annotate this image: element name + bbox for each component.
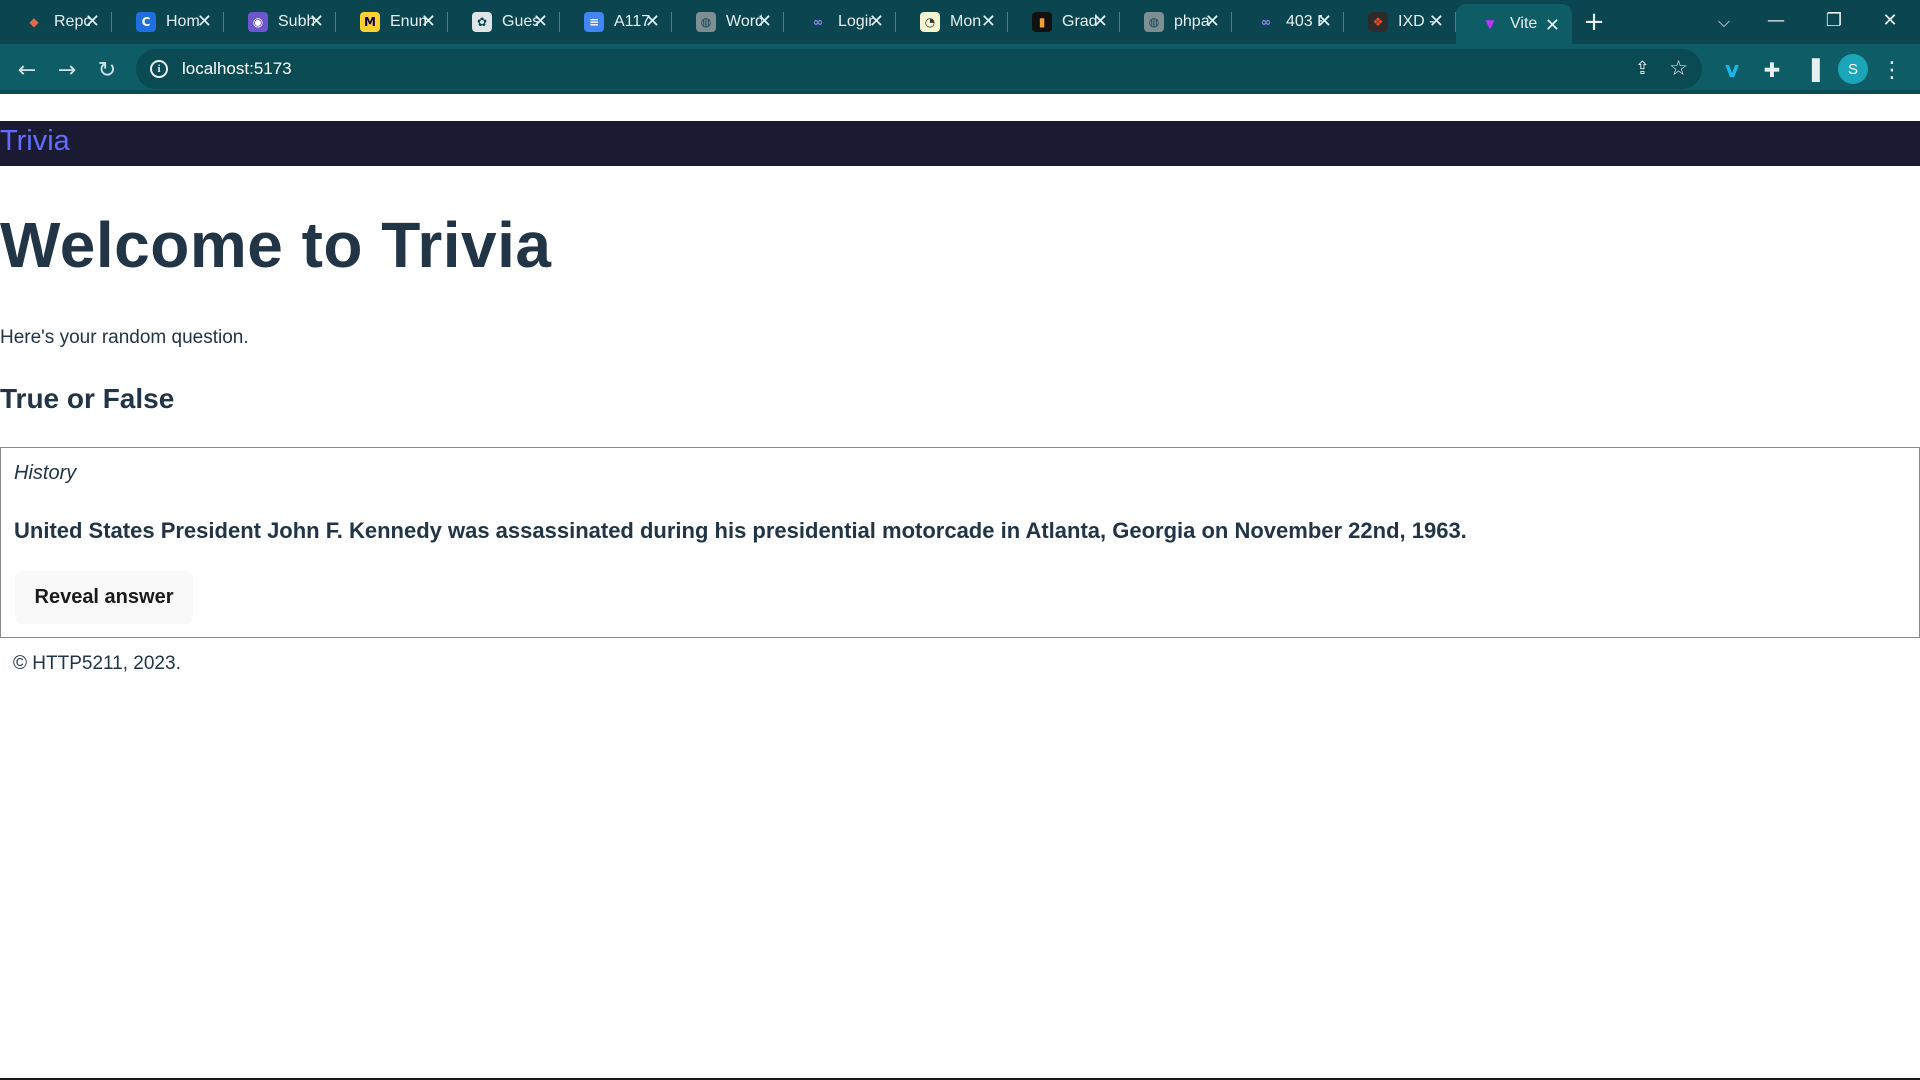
globe-icon: ◍ xyxy=(1144,12,1164,32)
browser-tab[interactable]: ∞ Login ✕ xyxy=(784,0,896,44)
menu-kebab-icon[interactable]: ⋮ xyxy=(1878,56,1906,84)
close-tab-icon[interactable]: ✕ xyxy=(645,11,660,32)
infinity-icon: ∞ xyxy=(1261,15,1271,29)
browser-tab[interactable]: ◍ phpa ✕ xyxy=(1120,0,1232,44)
diamond-icon: ◆ xyxy=(24,12,44,32)
reload-icon[interactable]: ↻ xyxy=(90,53,124,87)
forward-icon[interactable]: → xyxy=(50,53,84,87)
vite-icon: ▼ xyxy=(1485,17,1495,31)
question-category: History xyxy=(14,462,77,484)
docs-icon: ≡ xyxy=(584,12,604,32)
footer-copyright: © HTTP5211, 2023. xyxy=(13,653,181,674)
close-tab-icon[interactable]: ✕ xyxy=(421,11,436,32)
close-tab-icon[interactable]: ✕ xyxy=(1317,11,1332,32)
browser-tab[interactable]: ▼ Vite ✕ xyxy=(1456,4,1572,44)
browser-tab[interactable]: ❖ IXD - ✕ xyxy=(1344,0,1456,44)
browser-toolbar: ← → ↻ i localhost:5173 ⇪ ☆ v ✚ ▐ S ⋮ xyxy=(0,44,1920,94)
page-content: Trivia Welcome to Trivia Here's your ran… xyxy=(0,98,1920,1080)
shield-icon: ◉ xyxy=(248,12,268,32)
openai-icon: ✿ xyxy=(472,12,492,32)
miro-icon: M xyxy=(360,12,380,32)
share-icon[interactable]: ⇪ xyxy=(1635,58,1650,79)
question-text: United States President John F. Kennedy … xyxy=(14,518,1467,543)
browser-tab[interactable]: ◍ Word ✕ xyxy=(672,0,784,44)
app-navbar: Trivia xyxy=(0,121,1920,166)
restore-icon[interactable]: ❐ xyxy=(1806,0,1862,40)
c-logo-icon: C xyxy=(136,12,156,32)
browser-tab[interactable]: ≡ A117 ✕ xyxy=(560,0,672,44)
url-text[interactable]: localhost:5173 xyxy=(182,59,292,79)
globe-icon: ◍ xyxy=(696,12,716,32)
intro-text: Here's your random question. xyxy=(0,327,249,348)
close-tab-icon[interactable]: ✕ xyxy=(197,11,212,32)
vimeo-extension-icon[interactable]: v xyxy=(1718,56,1746,84)
close-tab-icon[interactable]: ✕ xyxy=(981,11,996,32)
browser-tab[interactable]: ▮ Grad ✕ xyxy=(1008,0,1120,44)
browser-tab[interactable]: M Enum ✕ xyxy=(336,0,448,44)
minimize-icon[interactable]: — xyxy=(1748,0,1804,40)
browser-tab[interactable]: ◆ Repo ✕ xyxy=(0,0,112,44)
close-tab-icon[interactable]: ✕ xyxy=(309,11,324,32)
close-tab-icon[interactable]: ✕ xyxy=(1205,11,1220,32)
close-tab-icon[interactable]: ✕ xyxy=(1545,15,1560,36)
new-tab-button[interactable]: + xyxy=(1572,0,1616,44)
brand-link[interactable]: Trivia xyxy=(0,125,70,158)
close-tab-icon[interactable]: ✕ xyxy=(1093,11,1108,32)
clock-icon: ◔ xyxy=(920,12,940,32)
question-type-heading: True or False xyxy=(0,383,175,414)
tab-title: Vite xyxy=(1510,15,1538,32)
close-tab-icon[interactable]: ✕ xyxy=(1429,11,1444,32)
close-window-icon[interactable]: ✕ xyxy=(1862,0,1918,40)
browser-tab[interactable]: ∞403 F✕ xyxy=(1232,0,1344,44)
reveal-answer-button[interactable]: Reveal answer xyxy=(15,571,193,624)
browser-tab[interactable]: ✿ Gues ✕ xyxy=(448,0,560,44)
infinity-icon: ∞ xyxy=(813,15,823,29)
tab-strip: ◆ Repo ✕ C Hom ✕ ◉ Subh ✕ M Enum ✕ ✿ Gues ✕ ≡ A117 ✕ ◍ Word… xyxy=(0,0,1920,44)
close-tab-icon[interactable]: ✕ xyxy=(757,11,772,32)
browser-tab[interactable]: ◉ Subh ✕ xyxy=(224,0,336,44)
figma-icon: ❖ xyxy=(1368,12,1388,32)
close-tab-icon[interactable]: ✕ xyxy=(85,11,100,32)
tab-search-chevron-icon[interactable]: ⌵ xyxy=(1704,0,1744,44)
side-panel-icon[interactable]: ▐ xyxy=(1798,56,1826,84)
close-tab-icon[interactable]: ✕ xyxy=(533,11,548,32)
bar-chart-icon: ▮ xyxy=(1032,12,1052,32)
browser-tab[interactable]: C Hom ✕ xyxy=(112,0,224,44)
back-icon[interactable]: ← xyxy=(10,53,44,87)
close-tab-icon[interactable]: ✕ xyxy=(869,11,884,32)
site-info-icon[interactable]: i xyxy=(150,60,168,78)
browser-tab[interactable]: ◔ Mon ✕ xyxy=(896,0,1008,44)
address-bar[interactable]: i localhost:5173 ⇪ ☆ xyxy=(136,49,1702,89)
bookmark-star-icon[interactable]: ☆ xyxy=(1669,56,1688,80)
profile-avatar[interactable]: S xyxy=(1838,54,1868,84)
extensions-puzzle-icon[interactable]: ✚ xyxy=(1758,56,1786,84)
page-title: Welcome to Trivia xyxy=(0,209,552,281)
question-card: History United States President John F. … xyxy=(0,447,1920,638)
